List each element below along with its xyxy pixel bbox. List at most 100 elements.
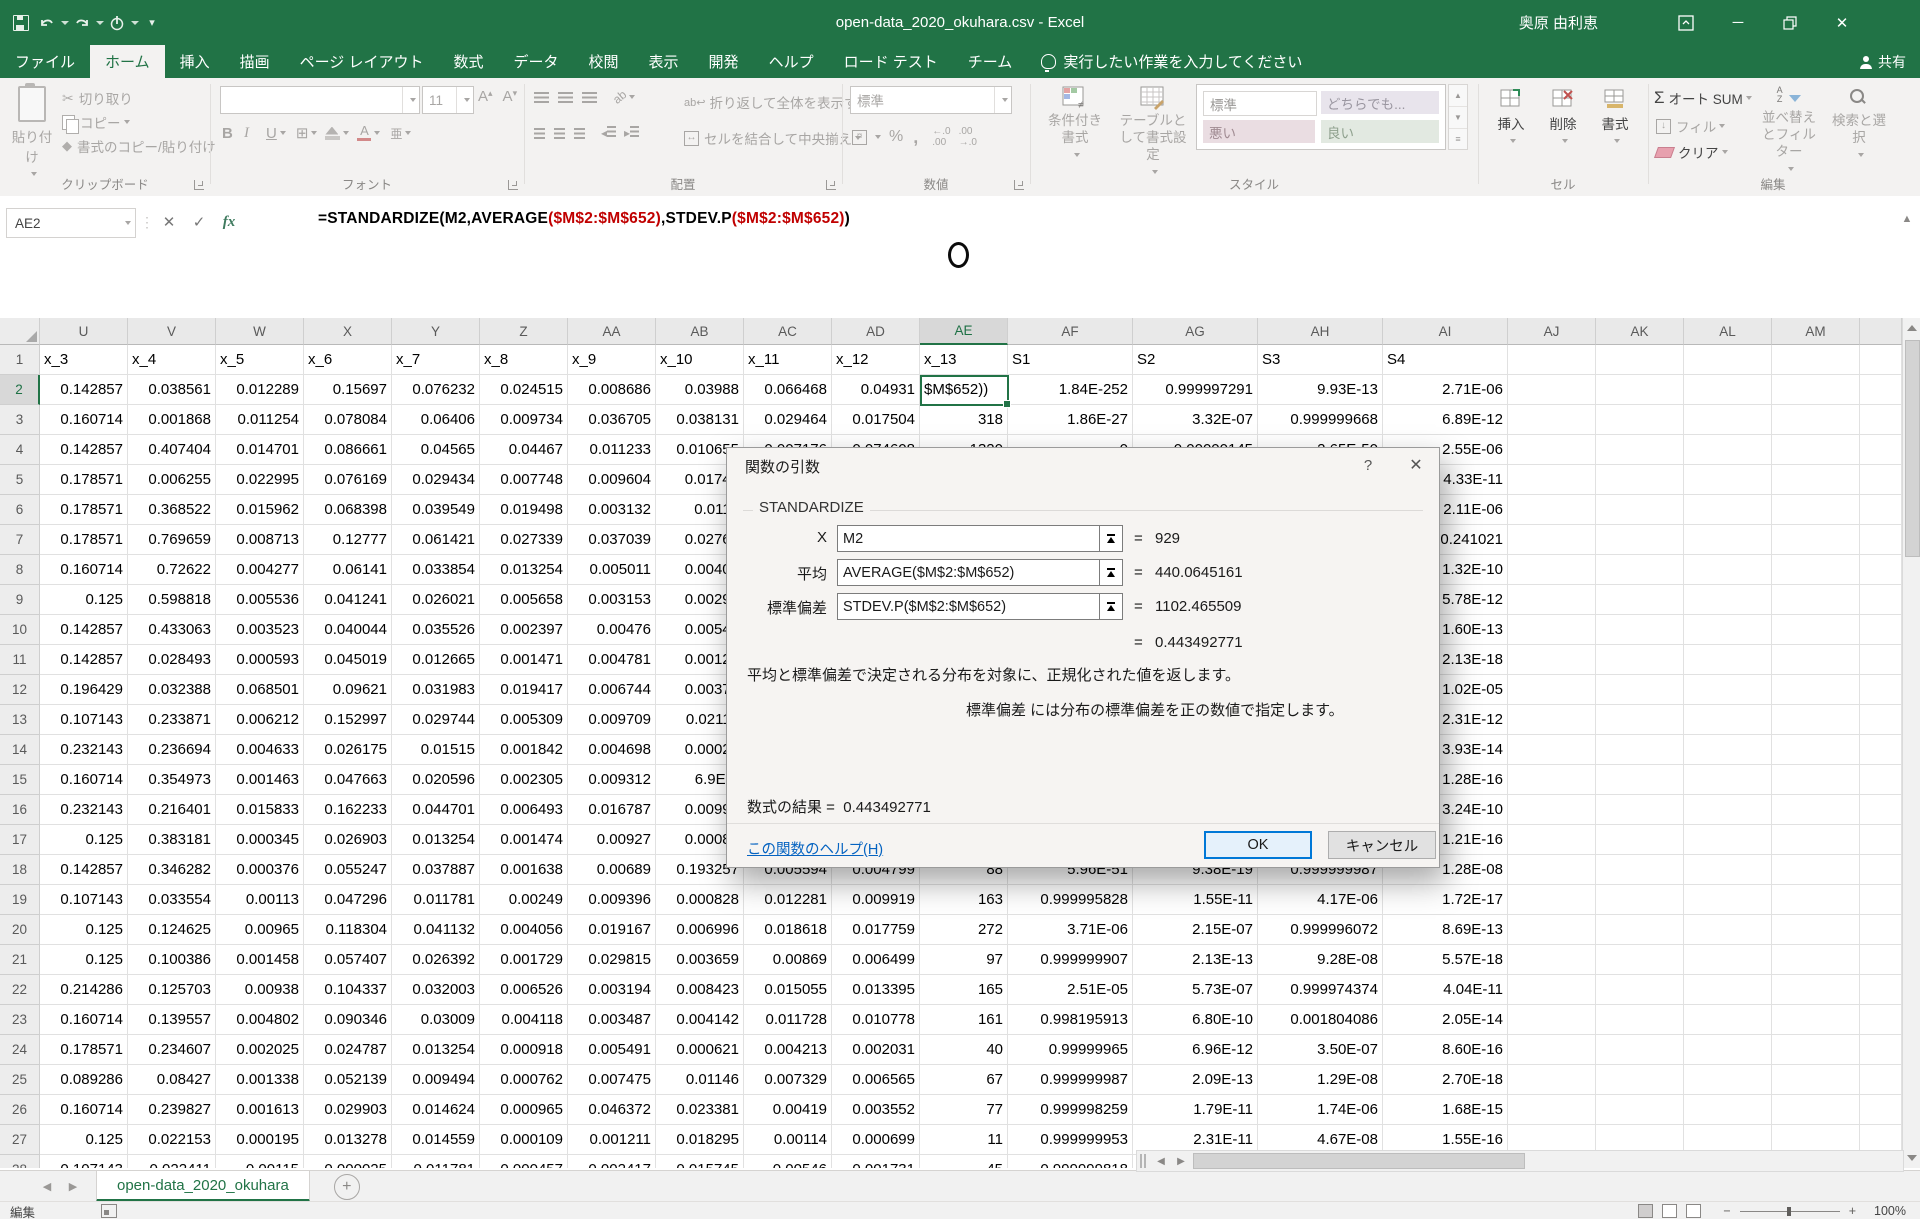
cell-AG22[interactable]: 5.73E-07 [1133, 975, 1258, 1005]
cell-V25[interactable]: 0.08427 [128, 1065, 216, 1095]
cell-AB21[interactable]: 0.003659 [656, 945, 744, 975]
cell-AD19[interactable]: 0.009919 [832, 885, 920, 915]
cell-U27[interactable]: 0.125 [40, 1125, 128, 1155]
column-header-AF[interactable]: AF [1008, 318, 1133, 345]
cell-AM26[interactable] [1772, 1095, 1860, 1125]
cell-X17[interactable]: 0.026903 [304, 825, 392, 855]
cell-AA18[interactable]: 0.00689 [568, 855, 656, 885]
cell-V4[interactable]: 0.407404 [128, 435, 216, 465]
cell-AI24[interactable]: 8.60E-16 [1383, 1035, 1508, 1065]
cell-AK2[interactable] [1596, 375, 1684, 405]
cell-Z1[interactable]: x_8 [480, 345, 568, 375]
underline-button[interactable]: U [266, 125, 277, 142]
cell-AD21[interactable]: 0.006499 [832, 945, 920, 975]
cell-AH26[interactable]: 1.74E-06 [1258, 1095, 1383, 1125]
align-right-icon[interactable] [574, 128, 585, 139]
merge-center-button[interactable]: ↔ セルを結合して中央揃え [684, 128, 861, 148]
row-number-12[interactable]: 12 [0, 675, 40, 705]
cell-U17[interactable]: 0.125 [40, 825, 128, 855]
cell-AA20[interactable]: 0.019167 [568, 915, 656, 945]
cell-X5[interactable]: 0.076169 [304, 465, 392, 495]
cell-AH19[interactable]: 4.17E-06 [1258, 885, 1383, 915]
cell-AA19[interactable]: 0.009396 [568, 885, 656, 915]
cell-AC23[interactable]: 0.011728 [744, 1005, 832, 1035]
column-header-V[interactable]: V [128, 318, 216, 345]
cell-AF1[interactable]: S1 [1008, 345, 1133, 375]
cell-AD3[interactable]: 0.017504 [832, 405, 920, 435]
cell-AB3[interactable]: 0.038131 [656, 405, 744, 435]
cell-Y19[interactable]: 0.011781 [392, 885, 480, 915]
cell-AF24[interactable]: 0.99999965 [1008, 1035, 1133, 1065]
scroll-up-icon[interactable] [1907, 325, 1917, 331]
ribbon-tab-8[interactable]: 表示 [634, 45, 694, 78]
cell-AG1[interactable]: S2 [1133, 345, 1258, 375]
cell-AJ19[interactable] [1508, 885, 1596, 915]
cell-V22[interactable]: 0.125703 [128, 975, 216, 1005]
cell-AE3[interactable]: 318 [920, 405, 1008, 435]
cell-U23[interactable]: 0.160714 [40, 1005, 128, 1035]
cell-W22[interactable]: 0.00938 [216, 975, 304, 1005]
cell-AK12[interactable] [1596, 675, 1684, 705]
cell-U5[interactable]: 0.178571 [40, 465, 128, 495]
ribbon-tab-10[interactable]: ヘルプ [754, 45, 829, 78]
font-size-combo[interactable]: 11 [422, 86, 474, 114]
cell-Z18[interactable]: 0.001638 [480, 855, 568, 885]
cell-AJ4[interactable] [1508, 435, 1596, 465]
cell-AG20[interactable]: 2.15E-07 [1133, 915, 1258, 945]
page-layout-view-icon[interactable] [1662, 1204, 1677, 1218]
row-number-27[interactable]: 27 [0, 1125, 40, 1155]
cell-Z17[interactable]: 0.001474 [480, 825, 568, 855]
cell-AI22[interactable]: 4.04E-11 [1383, 975, 1508, 1005]
cell-X14[interactable]: 0.026175 [304, 735, 392, 765]
find-select-button[interactable]: 検索と選択 [1828, 86, 1890, 162]
row-number-6[interactable]: 6 [0, 495, 40, 525]
cell-Z20[interactable]: 0.004056 [480, 915, 568, 945]
cell-AM18[interactable] [1772, 855, 1860, 885]
cell-AA5[interactable]: 0.009604 [568, 465, 656, 495]
cell-AM10[interactable] [1772, 615, 1860, 645]
row-number-18[interactable]: 18 [0, 855, 40, 885]
cell-AL5[interactable] [1684, 465, 1772, 495]
cell-V26[interactable]: 0.239827 [128, 1095, 216, 1125]
borders-icon[interactable]: ⊞ [296, 124, 309, 142]
cell-style-neutral[interactable]: どちらでも... [1321, 91, 1439, 114]
cell-AB2[interactable]: 0.03988 [656, 375, 744, 405]
cell-AM16[interactable] [1772, 795, 1860, 825]
cell-X21[interactable]: 0.057407 [304, 945, 392, 975]
cell-AH22[interactable]: 0.999974374 [1258, 975, 1383, 1005]
cell-AJ18[interactable] [1508, 855, 1596, 885]
function-help-link[interactable]: この関数のヘルプ(H) [747, 838, 883, 859]
cell-X2[interactable]: 0.15697 [304, 375, 392, 405]
cell-AM2[interactable] [1772, 375, 1860, 405]
ribbon-tab-11[interactable]: ロード テスト [829, 45, 953, 78]
cell-W3[interactable]: 0.011254 [216, 405, 304, 435]
cell-AM3[interactable] [1772, 405, 1860, 435]
column-header-AE[interactable]: AE [920, 318, 1008, 345]
row-number-19[interactable]: 19 [0, 885, 40, 915]
cell-AH21[interactable]: 9.28E-08 [1258, 945, 1383, 975]
cell-partial-14[interactable] [1860, 735, 1902, 765]
cell-AF20[interactable]: 3.71E-06 [1008, 915, 1133, 945]
clipboard-dialog-launcher-icon[interactable] [194, 180, 204, 190]
cell-partial-24[interactable] [1860, 1035, 1902, 1065]
column-header-W[interactable]: W [216, 318, 304, 345]
cell-Y21[interactable]: 0.026392 [392, 945, 480, 975]
close-button[interactable]: ✕ [1816, 0, 1868, 45]
cell-W5[interactable]: 0.022995 [216, 465, 304, 495]
cell-AA26[interactable]: 0.046372 [568, 1095, 656, 1125]
cell-AM5[interactable] [1772, 465, 1860, 495]
cell-AC20[interactable]: 0.018618 [744, 915, 832, 945]
cell-partial-18[interactable] [1860, 855, 1902, 885]
cell-AL2[interactable] [1684, 375, 1772, 405]
decrease-indent-icon[interactable]: ◂ [601, 126, 616, 140]
normal-view-icon[interactable] [1638, 1204, 1653, 1218]
tell-me-search[interactable]: 実行したい作業を入力してください [1041, 45, 1302, 78]
cell-AA28[interactable]: 0.002417 [568, 1155, 656, 1168]
cell-AK9[interactable] [1596, 585, 1684, 615]
column-header-partial[interactable] [1860, 318, 1902, 345]
cell-Z15[interactable]: 0.002305 [480, 765, 568, 795]
cell-V16[interactable]: 0.216401 [128, 795, 216, 825]
cell-AL6[interactable] [1684, 495, 1772, 525]
cell-AA12[interactable]: 0.006744 [568, 675, 656, 705]
cell-AA21[interactable]: 0.029815 [568, 945, 656, 975]
